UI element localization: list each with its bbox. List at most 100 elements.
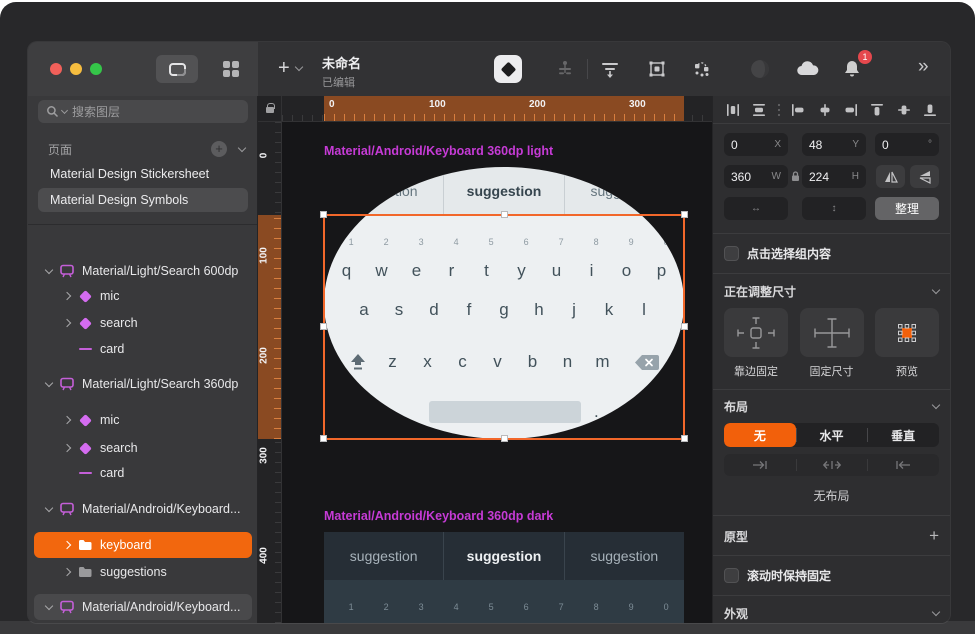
cloud-icon [795,59,821,79]
selection-handle[interactable] [681,435,688,442]
artboard-title-light[interactable]: Material/Android/Keyboard 360dp light [324,144,553,158]
search-input[interactable] [72,105,212,119]
edit-button[interactable] [643,55,671,83]
prototype-section-header[interactable]: 原型+ [713,526,950,546]
send-to-symbols-button[interactable] [551,55,579,83]
pages-title: 页面 [48,141,211,158]
pin-to-edge-option[interactable] [724,308,788,357]
layout-none-segment[interactable]: 无 [724,423,796,447]
height-field[interactable]: 224H [802,165,866,188]
distribute-vertical-button[interactable] [750,101,768,119]
add-prototype-button[interactable]: + [929,526,939,546]
select-group-content-checkbox[interactable] [724,246,739,261]
layer-row-artboard[interactable]: Material/Light/Search 360dp [34,371,252,397]
close-window-button[interactable] [50,63,62,75]
line-shape-icon [74,348,96,350]
artboard-title-dark[interactable]: Material/Android/Keyboard 360dp dark [324,509,553,523]
layer-row-symbol[interactable]: mic [34,283,252,309]
layer-search-field[interactable] [38,100,248,123]
chevron-down-icon[interactable] [42,382,56,386]
layer-row-artboard[interactable]: Material/Android/Keyboard... [34,594,252,620]
layer-row-symbol[interactable]: search [34,435,252,461]
chevron-right-icon[interactable] [60,445,74,451]
selection-handle[interactable] [501,211,508,218]
layout-vertical-segment[interactable]: 垂直 [867,423,939,447]
components-view-button[interactable] [210,55,252,83]
horizontal-ruler[interactable]: 0100200300 [282,96,712,122]
add-page-button[interactable]: + [211,141,227,157]
ruler-corner[interactable] [258,96,282,122]
flip-vertical-button[interactable] [910,165,939,188]
layer-row-symbol[interactable]: search [34,310,252,336]
zoom-window-button[interactable] [90,63,102,75]
min-width-field[interactable]: ↔ [724,197,788,220]
layout-horizontal-segment[interactable]: 水平 [796,423,868,447]
tidy-button[interactable] [596,55,624,83]
layer-row-artboard[interactable]: Material/Android/Keyboard... [34,496,252,522]
insert-button[interactable]: + [278,58,302,78]
tidy-button[interactable]: 整理 [875,197,939,220]
layer-row-group[interactable]: suggestions [34,559,252,585]
minimize-window-button[interactable] [70,63,82,75]
selection-handle[interactable] [501,435,508,442]
y-position-field[interactable]: 48Y [802,133,866,156]
fixed-size-option[interactable] [800,308,864,357]
aspect-lock-button[interactable] [788,171,802,182]
align-left-button[interactable] [789,101,807,119]
selection-handle[interactable] [320,211,327,218]
appearance-section-header[interactable]: 外观 [713,605,950,622]
canvas-view-button[interactable] [156,55,198,83]
page-item-selected[interactable]: Material Design Symbols [38,188,248,212]
rotation-field[interactable]: 0° [875,133,939,156]
canvas[interactable]: Material/Android/Keyboard 360dp light su… [258,96,712,623]
distribute-horizontal-button[interactable] [724,101,742,119]
align-bottom-button[interactable] [921,101,939,119]
cloud-button[interactable] [794,55,822,83]
layer-row-symbol[interactable]: mic [34,407,252,433]
key: 0p [644,602,679,623]
notifications-button[interactable]: 1 [838,55,866,83]
vertical-ruler[interactable]: 0100200300400 [258,122,282,623]
data-button[interactable] [746,55,774,83]
layer-row-artboard[interactable]: Material/Light/Search 600dp [34,258,252,284]
artboard-icon [56,264,78,278]
create-symbol-button[interactable] [494,55,522,83]
selection-handle[interactable] [320,323,327,330]
chevron-right-icon[interactable] [60,293,74,299]
layout-section-header[interactable]: 布局 [713,398,950,415]
chevron-right-icon[interactable] [60,320,74,326]
resize-preview[interactable] [875,308,939,357]
align-center-horizontal-button[interactable] [816,101,834,119]
chevron-down-icon[interactable] [42,605,56,609]
chevron-down-icon[interactable] [42,269,56,273]
chevron-down-icon[interactable] [42,507,56,511]
arrange-right-to-left-segment[interactable] [867,454,939,476]
search-options-chevron-icon[interactable] [61,106,68,113]
pages-collapse-chevron-icon[interactable] [238,143,246,151]
selection-handle[interactable] [320,435,327,442]
toolbar-overflow-button[interactable]: » [918,56,927,78]
selection-handle[interactable] [681,211,688,218]
x-position-field[interactable]: 0X [724,133,788,156]
align-right-button[interactable] [842,101,860,119]
artboard-keyboard-dark[interactable]: suggestionsuggestionsuggestion 1q2w3e4r5… [324,532,684,623]
layer-row-shape[interactable]: card [34,460,252,486]
min-height-field[interactable]: ↕ [802,197,866,220]
align-middle-vertical-button[interactable] [895,101,913,119]
selection-handle[interactable] [681,323,688,330]
arrange-left-to-right-segment[interactable] [724,454,796,476]
page-item[interactable]: Material Design Stickersheet [38,162,248,186]
flip-horizontal-button[interactable] [876,165,905,188]
resizing-section-header[interactable]: 正在调整尺寸 [713,283,950,300]
chevron-right-icon[interactable] [60,542,74,548]
chevron-right-icon[interactable] [60,417,74,423]
layer-row-shape[interactable]: card [34,336,252,362]
chevron-right-icon[interactable] [60,569,74,575]
detach-button[interactable] [688,55,716,83]
width-field[interactable]: 360W [724,165,788,188]
layer-row-group-selected[interactable]: keyboard [34,532,252,558]
symbol-icon [74,416,96,425]
arrange-center-out-segment[interactable] [796,454,868,476]
fix-on-scroll-checkbox[interactable] [724,568,739,583]
align-top-button[interactable] [868,101,886,119]
